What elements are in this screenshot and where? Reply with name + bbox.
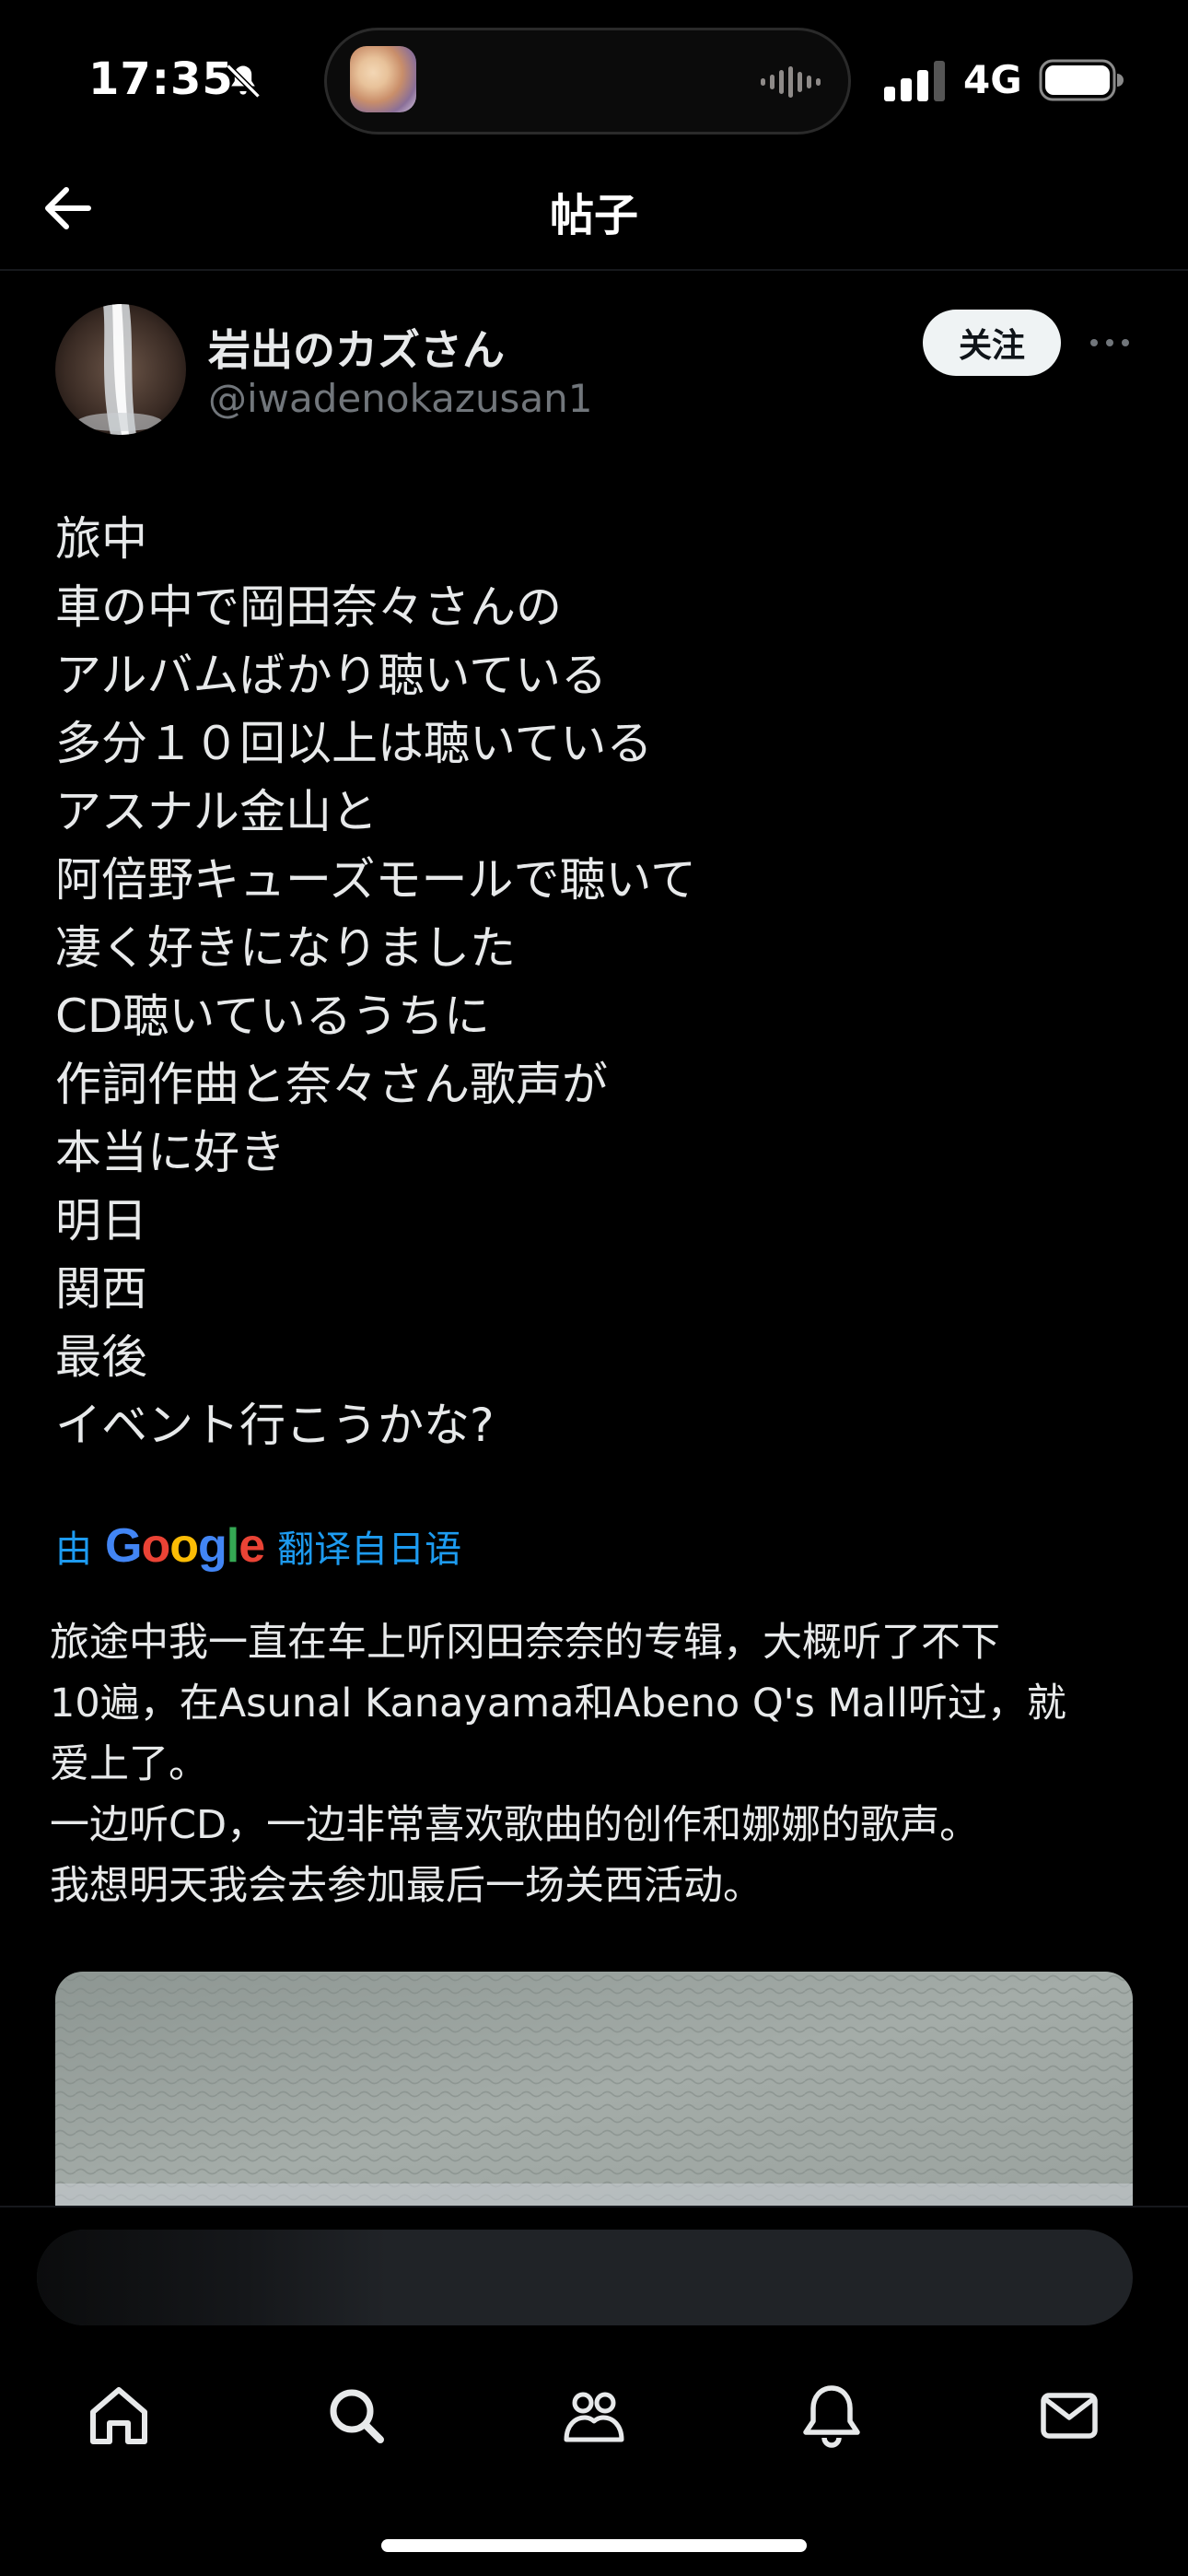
post-line: 関西 bbox=[55, 1262, 147, 1316]
network-label: 4G bbox=[963, 57, 1022, 102]
author-handle[interactable]: @iwadenokazusan1 bbox=[208, 376, 593, 421]
post-line: イベント行こうかな? bbox=[55, 1399, 495, 1452]
bell-muted-icon bbox=[226, 64, 261, 99]
post-line: CD聴いているうちに bbox=[55, 989, 490, 1043]
translation-prefix: 由 bbox=[55, 1528, 92, 1571]
page-title: 帖子 bbox=[549, 190, 638, 241]
post-line: 明日 bbox=[55, 1194, 147, 1247]
translation-attribution[interactable]: 由 Google 翻译自日语 bbox=[55, 1518, 461, 1574]
author-name[interactable]: 岩出のカズさん bbox=[208, 317, 505, 378]
communities-icon[interactable] bbox=[557, 2379, 631, 2453]
audio-wave-icon bbox=[761, 66, 821, 98]
post-line: 旅中 bbox=[55, 512, 147, 566]
post-line: 作詞作曲と奈々さん歌声が bbox=[55, 1058, 608, 1111]
battery-icon bbox=[1039, 59, 1124, 101]
more-options-icon[interactable] bbox=[1087, 324, 1133, 361]
post-line: 多分１０回以上は聴いている bbox=[55, 717, 653, 770]
notifications-icon[interactable] bbox=[795, 2379, 868, 2453]
translation-line: 我想明天我会去参加最后一场关西活动。 bbox=[50, 1863, 763, 1909]
follow-button[interactable]: 关注 bbox=[923, 310, 1061, 376]
post-image[interactable] bbox=[55, 1972, 1133, 2211]
search-icon[interactable] bbox=[320, 2379, 393, 2453]
post-line: 阿倍野キューズモールで聴いて bbox=[55, 853, 696, 907]
post-line: 最後 bbox=[55, 1330, 147, 1384]
home-icon[interactable] bbox=[82, 2379, 156, 2453]
header-divider bbox=[0, 269, 1188, 271]
reply-input-fade bbox=[37, 2230, 387, 2325]
translation-line: 旅途中我一直在车上听冈田奈奈的专辑，大概听了不下 bbox=[50, 1620, 1000, 1666]
avatar[interactable] bbox=[55, 304, 186, 435]
translated-text: 旅途中我一直在车上听冈田奈奈的专辑，大概听了不下 10遍，在Asunal Kan… bbox=[50, 1612, 1146, 1916]
messages-icon[interactable] bbox=[1032, 2379, 1106, 2453]
translation-line: 爱上了。 bbox=[50, 1741, 208, 1787]
post-line: 凄く好きになりました bbox=[55, 921, 516, 975]
signal-icon bbox=[884, 61, 945, 101]
translation-line: 10遍，在Asunal Kanayama和Abeno Q's Mall听过，就 bbox=[50, 1680, 1066, 1727]
post-text: 旅中 車の中で岡田奈々さんの アルバムばかり聴いている 多分１０回以上は聴いてい… bbox=[55, 505, 1142, 1459]
post-line: アスナル金山と bbox=[55, 785, 378, 838]
translation-line: 一边听CD，一边非常喜欢歌曲的创作和娜娜的歌声。 bbox=[50, 1802, 980, 1848]
post-line: アルバムばかり聴いている bbox=[55, 649, 607, 702]
google-logo: Google bbox=[105, 1519, 265, 1573]
post-line: 車の中で岡田奈々さんの bbox=[55, 580, 562, 634]
now-playing-artwork[interactable] bbox=[350, 46, 416, 112]
translation-suffix: 翻译自日语 bbox=[277, 1528, 462, 1571]
post-line: 本当に好き bbox=[55, 1126, 285, 1179]
status-time: 17:35 bbox=[88, 53, 234, 105]
home-indicator[interactable] bbox=[381, 2539, 807, 2552]
